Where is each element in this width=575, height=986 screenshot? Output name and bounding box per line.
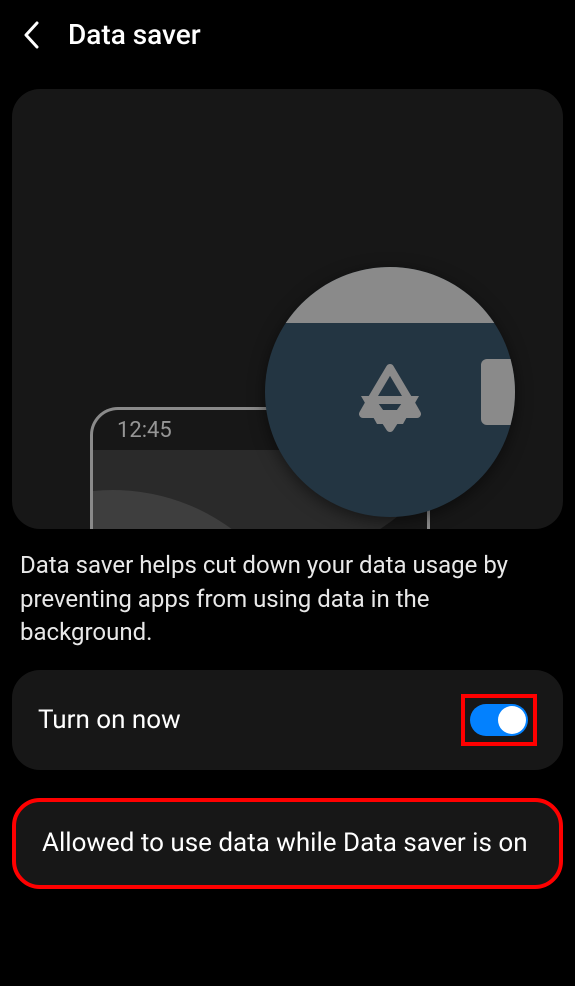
page-title: Data saver: [68, 18, 201, 51]
illustration-card: 12:45: [12, 89, 563, 529]
toggle-highlight: [461, 694, 537, 746]
back-icon[interactable]: [20, 23, 44, 47]
battery-icon: [481, 359, 515, 425]
toggle-thumb: [498, 706, 526, 734]
toggle-card: Turn on now: [12, 670, 563, 770]
magnifier-circle: [265, 267, 515, 517]
allowed-apps-label: Allowed to use data while Data saver is …: [42, 826, 533, 861]
toggle-label: Turn on now: [38, 705, 181, 735]
data-saver-icon: [353, 362, 427, 436]
header: Data saver: [0, 0, 575, 69]
description-text: Data saver helps cut down your data usag…: [20, 549, 555, 650]
allowed-apps-option[interactable]: Allowed to use data while Data saver is …: [12, 798, 563, 889]
turn-on-toggle[interactable]: [470, 704, 528, 736]
